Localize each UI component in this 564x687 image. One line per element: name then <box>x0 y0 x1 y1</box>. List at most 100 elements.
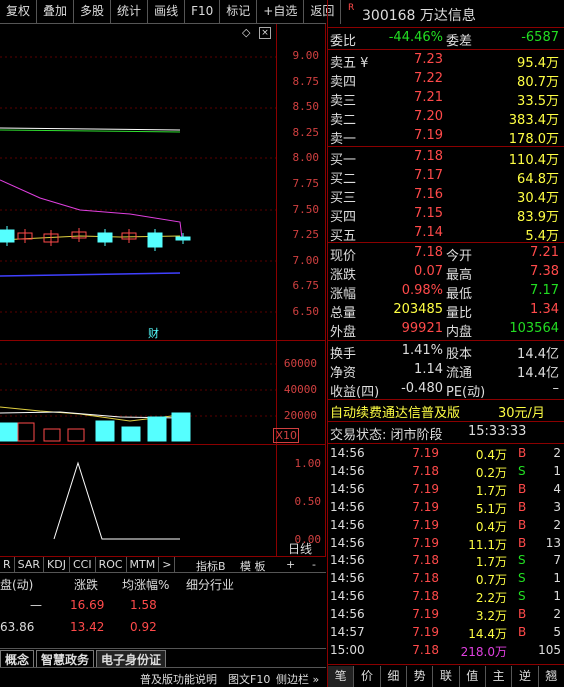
table-header[interactable]: 细分行业 <box>186 576 234 593</box>
tick-price: 7.19 <box>412 481 439 496</box>
quote-tab-5[interactable]: 值 <box>460 666 486 687</box>
table-row[interactable]: 63.86 13.42 0.92 <box>0 618 326 638</box>
candle-body <box>175 236 191 241</box>
book-price: 7.19 <box>414 128 443 143</box>
quote-panel: R 300168 万达信息 委比 -44.46% 委差 -6587 卖五 ¥ 7.… <box>327 0 564 687</box>
stat-label: 最高 <box>446 268 473 283</box>
indicator-tab->[interactable]: > <box>159 557 176 573</box>
bid-row[interactable]: 买四 7.15 83.9万 <box>328 205 564 225</box>
tick-row[interactable]: 15:00 7.18 218.0万 105 <box>328 642 564 659</box>
indicator-tab-R[interactable]: R <box>0 557 15 573</box>
ask-row[interactable]: 卖五 ¥ 7.23 95.4万 <box>328 51 564 71</box>
tick-side: S <box>518 463 526 478</box>
toolbar-item-1[interactable]: 叠加 <box>37 0 75 24</box>
tick-count: 2 <box>553 446 561 460</box>
quote-tab-0[interactable]: 笔 <box>328 666 355 687</box>
add-button[interactable]: + <box>286 558 295 571</box>
tick-count: 2 <box>553 517 561 532</box>
promo-row[interactable]: 自动续费通达信普及版 30元/月 <box>328 401 564 421</box>
quote-tab-3[interactable]: 势 <box>407 666 434 687</box>
book-volume: 383.4万 <box>508 113 559 128</box>
tick-time: 14:56 <box>330 446 365 460</box>
bid-row[interactable]: 买三 7.16 30.4万 <box>328 186 564 206</box>
book-volume: 80.7万 <box>517 75 559 90</box>
toolbar-item-2[interactable]: 多股 <box>74 0 112 24</box>
stat-value: 203485 <box>393 302 443 317</box>
template-button[interactable]: 模 板 <box>240 558 266 574</box>
book-price: 7.22 <box>414 71 443 86</box>
toolbar-item-4[interactable]: 画线 <box>148 0 186 24</box>
toolbar-item-3[interactable]: 统计 <box>111 0 149 24</box>
table-header[interactable]: 涨跌 <box>74 576 98 593</box>
volume-bar <box>17 422 35 442</box>
table-header[interactable]: 盘(动) <box>0 576 33 593</box>
table-row[interactable]: — 16.69 1.58 <box>0 596 326 616</box>
indicator-tab-bar: R SAR KDJ CCI ROC MTM > 指标B 模 板 + - <box>0 556 326 573</box>
indicator-pane[interactable]: 1.00 0.50 0.00 日线 <box>0 444 326 557</box>
tick-price: 7.19 <box>412 517 439 532</box>
quote-tab-8[interactable]: 翘 <box>539 666 564 687</box>
tick-price: 7.18 <box>412 571 439 586</box>
quote-tab-6[interactable]: 主 <box>486 666 513 687</box>
stock-title: 300168 万达信息 <box>362 8 476 24</box>
book-volume: 30.4万 <box>517 191 559 206</box>
book-label: 买一 <box>330 153 357 168</box>
tick-row[interactable]: 14:56 7.18 0.2万 S 1 <box>328 463 564 480</box>
ask-row[interactable]: 卖三 7.21 33.5万 <box>328 89 564 109</box>
remove-button[interactable]: - <box>312 558 316 571</box>
tick-price: 7.19 <box>412 607 439 622</box>
stat-row: 涨幅 0.98% 最低 7.17 <box>328 282 564 302</box>
tick-price: 7.19 <box>412 625 439 639</box>
toolbar-item-6[interactable]: 标记 <box>220 0 258 24</box>
tick-row[interactable]: 14:56 7.19 3.2万 B 2 <box>328 606 564 623</box>
candle-body <box>147 232 163 248</box>
indicator-b-button[interactable]: 指标B <box>196 558 226 574</box>
table-cell: 16.69 <box>70 598 105 612</box>
indicator-tab-MTM[interactable]: MTM <box>127 557 160 573</box>
bid-row[interactable]: 买二 7.17 64.8万 <box>328 167 564 187</box>
indicator-tab-SAR[interactable]: SAR <box>15 557 45 573</box>
price-chart-pane[interactable]: ◇ × 财 9.00 8.75 8.50 8.25 8.00 7.75 7.50 7.25 7.… <box>0 24 326 340</box>
help-link[interactable]: 普及版功能说明 <box>140 671 217 687</box>
quote-tab-7[interactable]: 逆 <box>512 666 539 687</box>
tick-row[interactable]: 14:57 7.19 14.4万 B 5 <box>328 624 564 641</box>
finance-marker[interactable]: 财 <box>148 325 159 341</box>
bid-row[interactable]: 买一 7.18 110.4万 <box>328 148 564 168</box>
indicator-tab-ROC[interactable]: ROC <box>96 557 127 573</box>
sector-tab-1[interactable]: 智慧政务 <box>36 650 95 668</box>
toolbar-item-7[interactable]: +自选 <box>257 0 305 24</box>
table-header[interactable]: 均涨幅% <box>122 576 169 593</box>
quote-tab-2[interactable]: 细 <box>381 666 407 687</box>
tick-row[interactable]: 14:56 7.19 5.1万 B 3 <box>328 499 564 516</box>
tick-row[interactable]: 14:56 7.19 1.7万 B 4 <box>328 481 564 498</box>
tick-row[interactable]: 14:56 7.18 1.7万 S 7 <box>328 552 564 569</box>
sector-tab-2[interactable]: 电子身份证 <box>96 650 167 668</box>
indicator-tab-CCI[interactable]: CCI <box>70 557 96 573</box>
tick-row[interactable]: 14:56 7.19 0.4万 B 2 <box>328 445 564 462</box>
price-tick: 7.25 <box>292 228 320 242</box>
tick-side: S <box>518 571 526 586</box>
quote-tab-4[interactable]: 联 <box>433 666 460 687</box>
sector-tab-0[interactable]: 概念 <box>0 650 35 668</box>
tick-count: 1 <box>553 571 561 586</box>
f10-button[interactable]: 图文F10 <box>228 671 270 687</box>
sidebar-toggle[interactable]: 侧边栏 » <box>276 671 319 687</box>
ask-row[interactable]: 卖四 7.22 80.7万 <box>328 70 564 90</box>
bid-row[interactable]: 买五 7.14 5.4万 <box>328 224 564 244</box>
tick-row[interactable]: 14:56 7.18 2.2万 S 1 <box>328 588 564 605</box>
tick-row[interactable]: 14:56 7.19 0.4万 B 2 <box>328 517 564 534</box>
volume-bar <box>0 422 19 442</box>
tick-row[interactable]: 14:56 7.18 0.7万 S 1 <box>328 570 564 587</box>
tick-row[interactable]: 14:56 7.19 11.1万 B 13 <box>328 535 564 552</box>
ask-row[interactable]: 卖一 7.19 178.0万 <box>328 127 564 147</box>
fund-value: 14.4亿 <box>517 347 559 362</box>
tick-count: 1 <box>553 463 561 478</box>
toolbar-item-5[interactable]: F10 <box>185 0 221 24</box>
volume-pane[interactable]: 60000 40000 20000 X10 <box>0 340 326 445</box>
fund-value: 14.4亿 <box>517 366 559 381</box>
stat-label: 涨幅 <box>330 287 357 302</box>
ask-row[interactable]: 卖二 7.20 383.4万 <box>328 108 564 128</box>
quote-tab-1[interactable]: 价 <box>354 666 381 687</box>
toolbar-item-0[interactable]: 复权 <box>0 0 38 24</box>
indicator-tab-KDJ[interactable]: KDJ <box>44 557 70 573</box>
